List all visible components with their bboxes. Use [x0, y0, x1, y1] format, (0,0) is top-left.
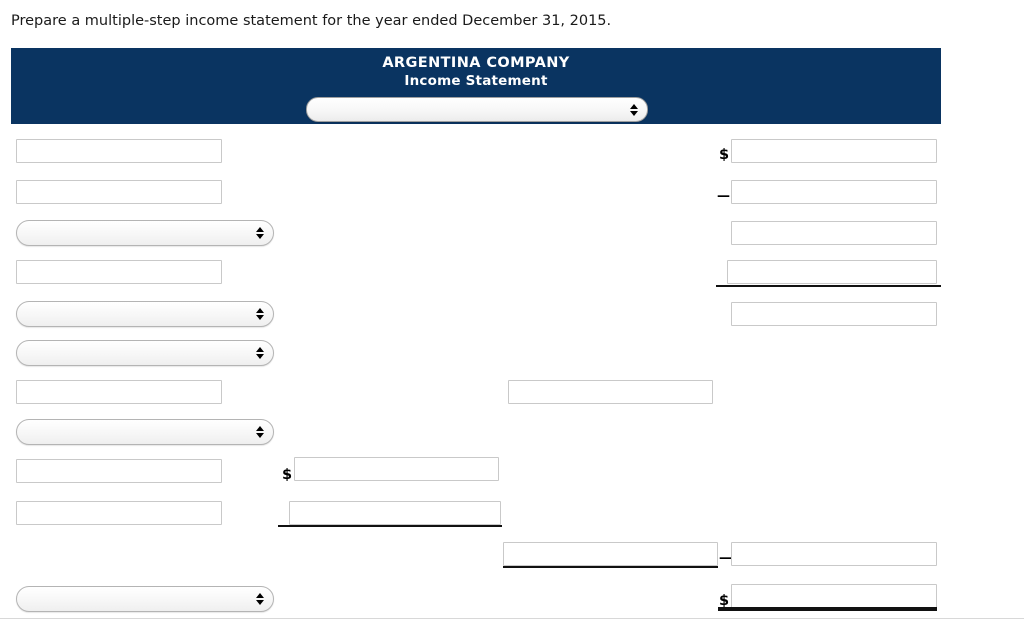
- instruction-text: Prepare a multiple-step income statement…: [11, 13, 612, 29]
- row-12-grand-total-rule: [718, 607, 937, 611]
- row-9-mid-left-amount-input[interactable]: [294, 457, 499, 481]
- stepper-arrows-icon: [255, 224, 264, 242]
- row-3-right-amount-input[interactable]: [731, 221, 937, 245]
- stepper-arrows-icon: [255, 305, 264, 323]
- stepper-arrows-icon: [255, 423, 264, 441]
- row-12-right-amount-input[interactable]: [731, 584, 937, 608]
- row-4-subtotal-rule: [716, 285, 941, 287]
- row-1-dollar-sign: $: [719, 147, 730, 163]
- row-11-right-amount-input[interactable]: [731, 542, 937, 566]
- row-2-minus-sign: —: [717, 189, 730, 204]
- stepper-arrows-icon: [255, 344, 264, 362]
- stepper-arrows-icon: [255, 590, 264, 608]
- period-select[interactable]: [306, 97, 648, 122]
- row-4-label-input[interactable]: [16, 260, 222, 284]
- statement-title: Income Statement: [404, 73, 548, 89]
- row-7-label-input[interactable]: [16, 380, 222, 404]
- row-4-right-amount-input[interactable]: [727, 260, 937, 284]
- row-7-mid-right-amount-input[interactable]: [508, 380, 713, 404]
- row-6-label-select[interactable]: [16, 340, 274, 366]
- row-5-right-amount-input[interactable]: [731, 302, 937, 326]
- bottom-divider: [0, 618, 1024, 619]
- row-1-right-amount-input[interactable]: [731, 139, 937, 163]
- row-10-subtotal-rule: [278, 525, 502, 527]
- stepper-arrows-icon: [629, 101, 638, 119]
- row-2-label-input[interactable]: [16, 180, 222, 204]
- row-10-label-input[interactable]: [16, 501, 222, 525]
- row-9-dollar-sign: $: [282, 467, 293, 483]
- row-1-label-input[interactable]: [16, 139, 222, 163]
- row-10-mid-left-amount-input[interactable]: [289, 501, 501, 525]
- row-11-mid-right-amount-input[interactable]: [503, 542, 718, 566]
- row-12-label-select[interactable]: [16, 586, 274, 612]
- row-3-label-select[interactable]: [16, 220, 274, 246]
- row-11-subtotal-rule: [503, 566, 718, 568]
- row-5-label-select[interactable]: [16, 301, 274, 327]
- company-name: ARGENTINA COMPANY: [382, 55, 570, 71]
- row-9-label-input[interactable]: [16, 459, 222, 483]
- row-8-label-select[interactable]: [16, 419, 274, 445]
- row-2-right-amount-input[interactable]: [731, 180, 937, 204]
